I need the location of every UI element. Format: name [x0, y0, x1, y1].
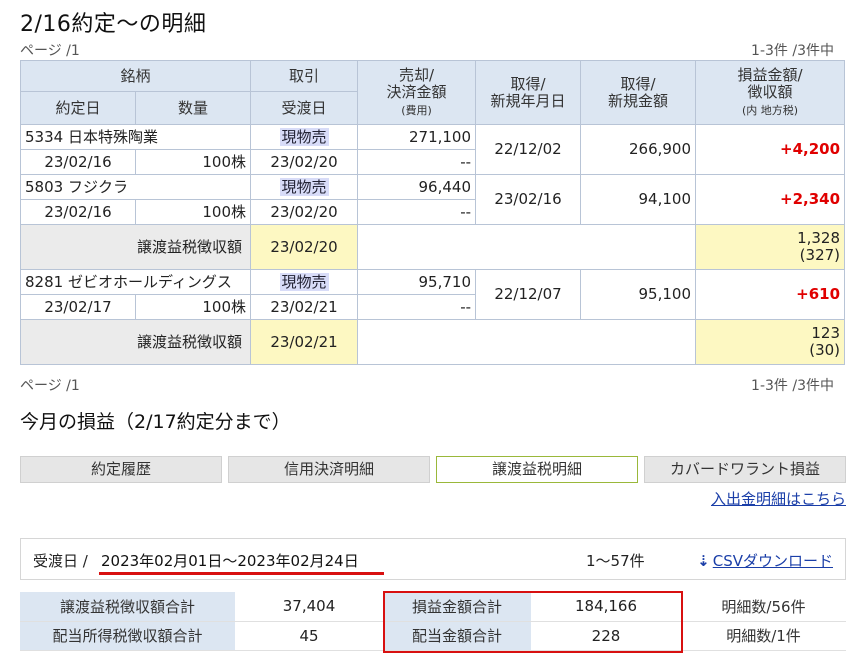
- tax-date: 23/02/20: [250, 224, 359, 270]
- tax-row: 譲渡益税徴収額 23/02/20 1,328 (327): [19, 224, 846, 270]
- cost: --: [357, 149, 477, 175]
- acq-amount: 95,100: [580, 269, 697, 320]
- date-label: 受渡日 /: [33, 552, 88, 570]
- sale-amount: 95,710: [357, 269, 477, 295]
- trade-type: 現物売: [279, 177, 329, 196]
- header-settle-date: 受渡日: [250, 91, 359, 125]
- header-sale-amount: 売却/ 決済金額 (費用): [357, 60, 477, 125]
- header-acq-amount: 取得/ 新規金額: [580, 60, 697, 125]
- table-row: 8281 ゼビオホールディングス 現物売 95,710 22/12/07 95,…: [19, 269, 846, 320]
- table-row: 配当所得税徴収額合計 45 配当金額合計 228 明細数/1件: [20, 621, 846, 651]
- header-trade: 取引: [250, 60, 359, 92]
- tab-margin-settlement[interactable]: 信用決済明細: [228, 456, 430, 483]
- pnl-amount: +610: [695, 269, 846, 320]
- stock-name: 5334 日本特殊陶業: [19, 124, 252, 150]
- header-stock: 銘柄: [19, 60, 252, 92]
- summary-value: 45: [235, 621, 383, 651]
- tax-amount: 123 (30): [695, 319, 846, 365]
- summary-value: 184,166: [531, 592, 681, 622]
- section-title: 今月の損益（2/17約定分まで）: [20, 411, 291, 433]
- contract-date: 23/02/16: [20, 149, 136, 175]
- date-range[interactable]: 2023年02月01日～2023年02月24日: [101, 550, 359, 571]
- tab-capital-gains-tax[interactable]: 譲渡益税明細: [436, 456, 638, 483]
- pager-top-left: ページ /1: [20, 43, 80, 59]
- pager-bottom-right: 1-3件 /3件中: [751, 378, 834, 394]
- page-title: 2/16約定～の明細: [20, 12, 207, 37]
- summary-label: 配当金額合計: [383, 621, 531, 651]
- quantity: 100株: [134, 149, 252, 175]
- acq-amount: 266,900: [580, 124, 697, 175]
- tax-row: 譲渡益税徴収額 23/02/21 123 (30): [19, 319, 846, 365]
- summary-label: 損益金額合計: [383, 592, 531, 622]
- summary-count: 明細数/1件: [681, 621, 846, 651]
- table-row: 譲渡益税徴収額合計 37,404 損益金額合計 184,166 明細数/56件: [20, 592, 846, 622]
- summary-count: 明細数/56件: [681, 592, 846, 622]
- tax-date: 23/02/21: [250, 319, 359, 365]
- acq-date: 23/02/16: [475, 174, 582, 225]
- acq-date: 22/12/02: [475, 124, 582, 175]
- header-contract-date: 約定日: [20, 91, 136, 125]
- download-icon: ⇣: [697, 552, 710, 570]
- tax-amount: 1,328 (327): [695, 224, 846, 270]
- cost: --: [357, 294, 477, 320]
- date-filter-bar: 受渡日 / 2023年02月01日～2023年02月24日 1～57件 ⇣ CSV…: [20, 538, 846, 580]
- acq-date: 22/12/07: [475, 269, 582, 320]
- settle-date: 23/02/20: [250, 149, 359, 175]
- table-row: 5334 日本特殊陶業 現物売 271,100 22/12/02 266,900…: [19, 124, 846, 175]
- pager-top-right: 1-3件 /3件中: [751, 43, 834, 59]
- trade-detail-table: 銘柄 取引 売却/ 決済金額 (費用) 取得/ 新規年月日 取得/ 新規金額 損…: [19, 60, 846, 365]
- contract-date: 23/02/16: [20, 199, 136, 225]
- summary-label: 譲渡益税徴収額合計: [20, 592, 235, 622]
- csv-download-link[interactable]: ⇣ CSVダウンロード: [697, 550, 833, 571]
- summary-value: 37,404: [235, 592, 383, 622]
- trade-type: 現物売: [279, 272, 329, 291]
- stock-name: 8281 ゼビオホールディングス: [19, 269, 252, 295]
- record-count: 1～57件: [586, 552, 645, 570]
- quantity: 100株: [134, 294, 252, 320]
- trade-type: 現物売: [279, 127, 329, 146]
- header-quantity: 数量: [134, 91, 252, 125]
- stock-name: 5803 フジクラ: [19, 174, 252, 200]
- highlight-underline: [99, 572, 384, 575]
- summary-value: 228: [531, 621, 681, 651]
- tab-contract-history[interactable]: 約定履歴: [20, 456, 222, 483]
- sale-amount: 96,440: [357, 174, 477, 200]
- table-row: 5803 フジクラ 現物売 96,440 23/02/16 94,100 +2,…: [19, 174, 846, 225]
- summary-label: 配当所得税徴収額合計: [20, 621, 235, 651]
- contract-date: 23/02/17: [20, 294, 136, 320]
- summary-table: 譲渡益税徴収額合計 37,404 損益金額合計 184,166 明細数/56件 …: [20, 592, 846, 651]
- header-pnl: 損益金額/ 徴収額 (内 地方税): [695, 60, 846, 125]
- acq-amount: 94,100: [580, 174, 697, 225]
- pnl-amount: +2,340: [695, 174, 846, 225]
- tax-label: 譲渡益税徴収額: [19, 224, 252, 270]
- settle-date: 23/02/20: [250, 199, 359, 225]
- tab-covered-warrant[interactable]: カバードワラント損益: [644, 456, 846, 483]
- pnl-amount: +4,200: [695, 124, 846, 175]
- header-acq-date: 取得/ 新規年月日: [475, 60, 582, 125]
- cost: --: [357, 199, 477, 225]
- sale-amount: 271,100: [357, 124, 477, 150]
- quantity: 100株: [134, 199, 252, 225]
- tab-bar: 約定履歴 信用決済明細 譲渡益税明細 カバードワラント損益: [20, 456, 846, 483]
- settle-date: 23/02/21: [250, 294, 359, 320]
- tax-label: 譲渡益税徴収額: [19, 319, 252, 365]
- pager-bottom-left: ページ /1: [20, 378, 80, 394]
- deposit-history-link[interactable]: 入出金明細はこちら: [711, 488, 846, 509]
